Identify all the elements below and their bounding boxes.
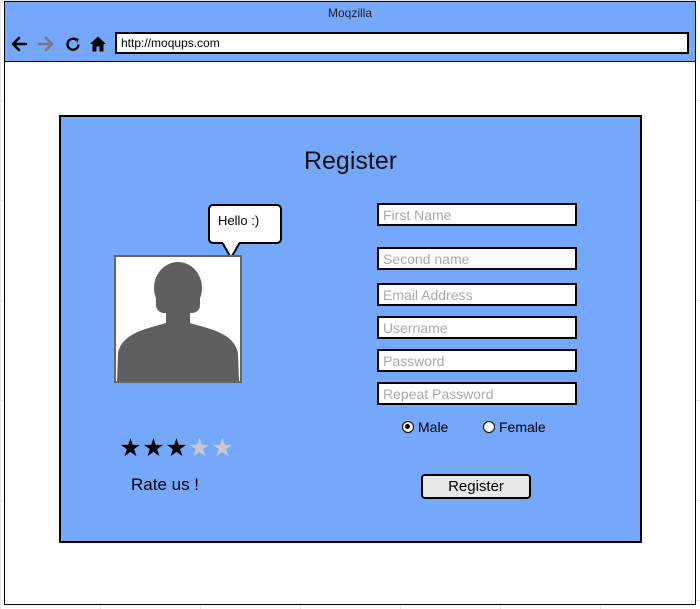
star-rating[interactable]: ★ ★ ★ ★ ★: [119, 435, 234, 461]
user-silhouette-icon: [117, 262, 239, 381]
browser-window: Moqzilla http://moqups.com Register Hell…: [4, 1, 696, 605]
radio-male-label: Male: [418, 419, 449, 435]
home-icon[interactable]: [89, 35, 107, 53]
back-arrow-icon[interactable]: [10, 35, 28, 53]
speech-bubble: Hello :): [208, 204, 282, 244]
star-filled-icon[interactable]: ★: [165, 435, 188, 461]
second-name-input[interactable]: [377, 247, 577, 270]
page-title: Register: [303, 147, 398, 175]
email-input[interactable]: [377, 283, 577, 306]
star-empty-icon[interactable]: ★: [211, 435, 234, 461]
first-name-input[interactable]: [377, 203, 577, 226]
rate-us-label: Rate us !: [131, 475, 200, 494]
radio-male-icon[interactable]: [402, 421, 414, 433]
reload-icon[interactable]: [64, 35, 82, 53]
star-empty-icon[interactable]: ★: [188, 435, 211, 461]
password-input[interactable]: [377, 349, 577, 372]
star-filled-icon[interactable]: ★: [119, 435, 142, 461]
forward-arrow-icon[interactable]: [37, 35, 55, 53]
gender-radio-female[interactable]: Female: [483, 419, 546, 435]
repeat-password-input[interactable]: [377, 382, 577, 405]
username-input[interactable]: [377, 316, 577, 339]
browser-chrome: Moqzilla http://moqups.com: [5, 2, 695, 62]
radio-female-icon[interactable]: [483, 421, 495, 433]
address-bar[interactable]: http://moqups.com: [115, 32, 689, 54]
gender-radio-male[interactable]: Male: [402, 419, 448, 435]
window-title: Moqzilla: [327, 6, 372, 20]
avatar: [114, 255, 242, 383]
register-panel: Register Hello :) ★★★★★ Rate us ! Male: [59, 115, 642, 543]
register-button[interactable]: Register: [421, 474, 531, 499]
radio-female-label: Female: [499, 419, 546, 435]
star-filled-icon[interactable]: ★: [142, 435, 165, 461]
